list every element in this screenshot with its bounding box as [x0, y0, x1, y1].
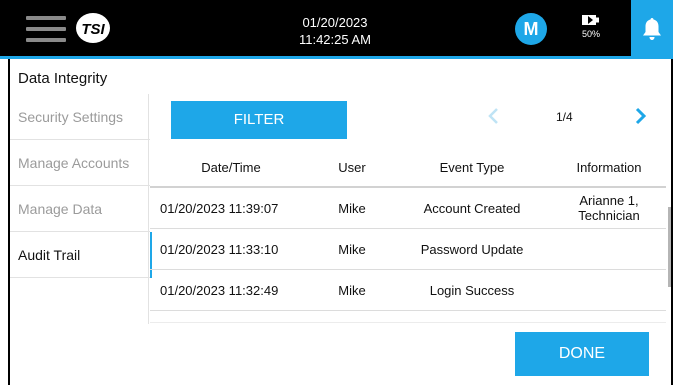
- cell-event-type: Password Update: [420, 241, 524, 257]
- cell-date-time: 01/20/2023 11:33:10: [160, 241, 279, 257]
- menu-icon[interactable]: [26, 14, 66, 44]
- page-title: Data Integrity: [18, 70, 108, 87]
- cell-user: Mike: [338, 282, 366, 298]
- table-row[interactable]: 01/20/2023 11:32:49 Mike Login Success: [150, 270, 666, 311]
- sidebar-divider: [148, 94, 149, 324]
- column-header-event-type: Event Type: [439, 159, 505, 175]
- sidebar-item-audit-trail[interactable]: Audit Trail: [10, 232, 152, 278]
- current-date: 01/20/2023: [302, 15, 368, 30]
- current-time: 11:42:25 AM: [298, 32, 372, 47]
- cell-date-time: 01/20/2023 11:32:49: [160, 282, 279, 298]
- tsi-logo: TSI: [76, 13, 110, 43]
- date-time-display: 01/20/2023 11:42:25 AM: [270, 14, 400, 48]
- audit-trail-table: Date/Time User Event Type Information 01…: [150, 148, 666, 311]
- battery-icon: [582, 15, 599, 25]
- header-accent-line: [0, 56, 673, 59]
- table-scrollbar[interactable]: [668, 207, 671, 287]
- table-header: Date/Time User Event Type Information: [150, 148, 666, 188]
- top-bar: TSI 01/20/2023 11:42:25 AM M 50%: [0, 0, 673, 59]
- column-header-information: Information: [576, 159, 642, 175]
- table-row[interactable]: 01/20/2023 11:33:10 Mike Password Update: [150, 229, 666, 270]
- column-header-date-time: Date/Time: [201, 159, 261, 175]
- sidebar-item-manage-accounts[interactable]: Manage Accounts: [10, 140, 150, 186]
- sidebar-item-manage-data[interactable]: Manage Data: [10, 186, 150, 232]
- cell-date-time: 01/20/2023 11:39:07: [160, 200, 279, 216]
- column-header-user: User: [338, 159, 366, 175]
- sidebar-item-security-settings[interactable]: Security Settings: [10, 94, 150, 140]
- done-button[interactable]: DONE: [515, 332, 649, 376]
- chevron-right-icon[interactable]: [630, 105, 650, 127]
- page-indicator: 1/4: [556, 110, 573, 124]
- table-bottom-divider: [150, 322, 666, 323]
- battery-status: 50%: [578, 14, 604, 44]
- bell-icon: [643, 18, 661, 40]
- chevron-left-icon[interactable]: [484, 105, 504, 127]
- cell-information: Arianne 1, Technician: [578, 193, 640, 223]
- cell-user: Mike: [338, 200, 366, 216]
- table-row[interactable]: 01/20/2023 11:39:07 Mike Account Created…: [150, 188, 666, 229]
- sidebar: Security Settings Manage Accounts Manage…: [10, 94, 152, 278]
- filter-button[interactable]: FILTER: [171, 101, 347, 139]
- svg-text:TSI: TSI: [81, 21, 105, 38]
- cell-user: Mike: [338, 241, 366, 257]
- notifications-button[interactable]: [631, 0, 673, 58]
- cell-event-type: Account Created: [423, 200, 521, 216]
- cell-event-type: Login Success: [429, 282, 515, 298]
- battery-percent: 50%: [581, 29, 600, 39]
- user-avatar[interactable]: M: [515, 13, 547, 45]
